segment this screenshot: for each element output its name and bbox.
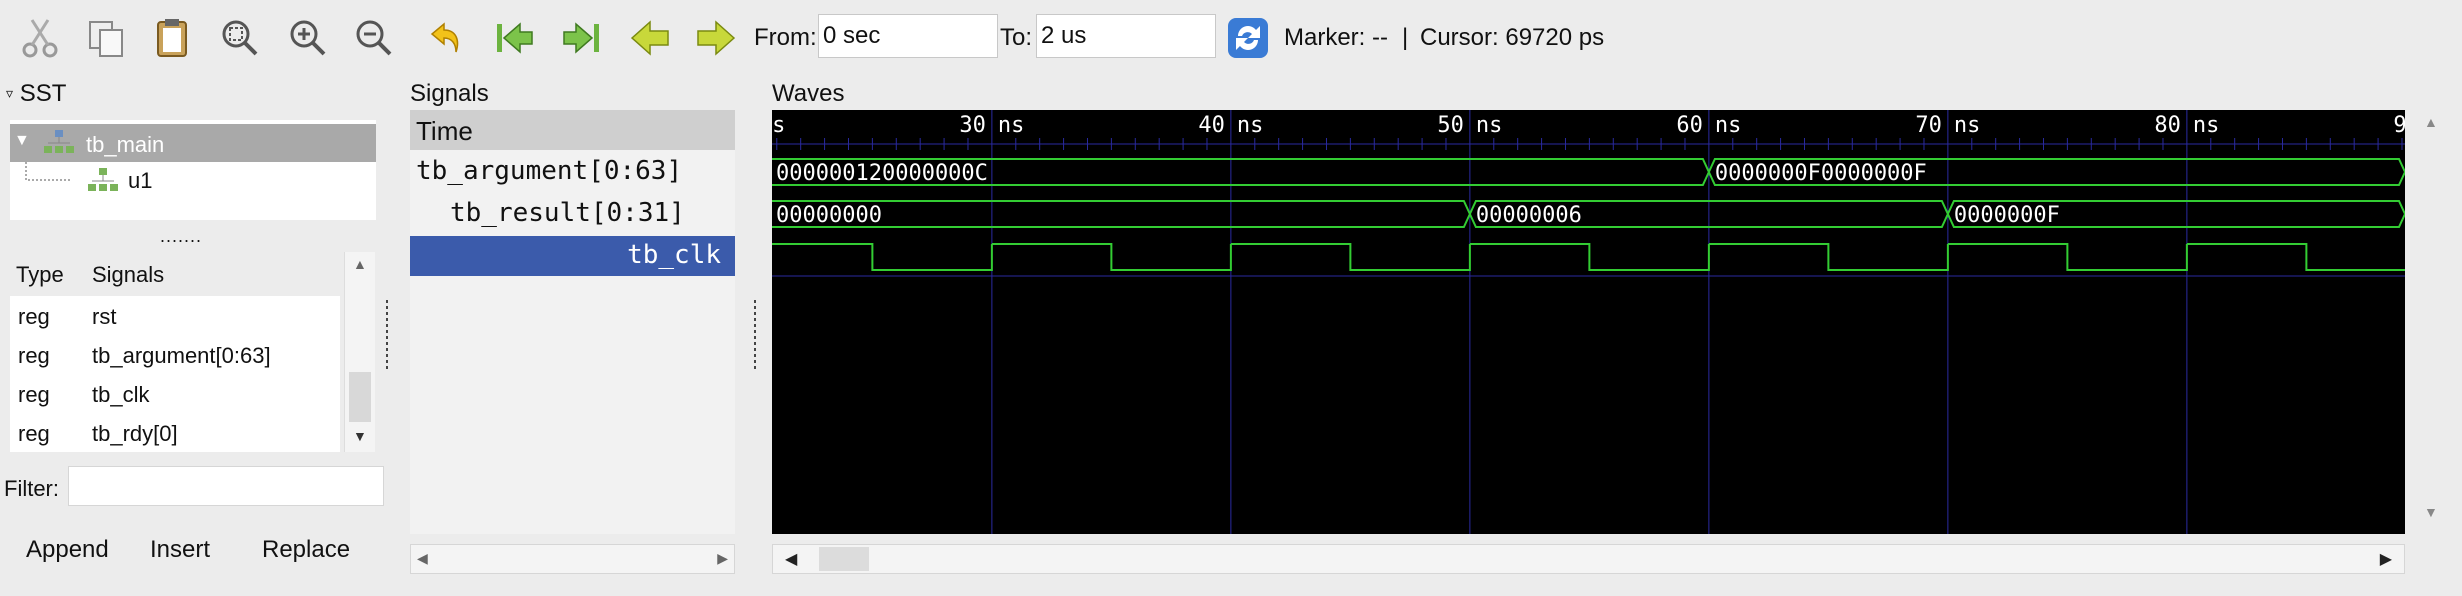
waves-vscrollbar[interactable]: ▲ ▼ (2414, 110, 2448, 534)
signal-list: reg rst reg tb_argument[0:63] reg tb_clk… (10, 296, 340, 452)
ruler-tick-label: ns (1954, 113, 1981, 138)
module-icon (44, 130, 74, 153)
list-item[interactable]: reg tb_rdy[0] (10, 413, 340, 452)
column-header-signals[interactable]: Signals (92, 262, 164, 288)
zoom-in-icon[interactable] (282, 12, 334, 64)
scrollbar-thumb[interactable] (819, 547, 869, 571)
ruler-tick-label: 70 (1915, 113, 1942, 138)
vertical-splitter-grip[interactable] (384, 300, 390, 370)
filter-input[interactable] (68, 466, 384, 506)
collapse-triangle-icon[interactable]: ▿ (6, 85, 13, 101)
bus-value-label: 00000000 (776, 203, 882, 228)
scroll-up-icon[interactable]: ▲ (2424, 114, 2438, 130)
signal-name: tb_clk (92, 382, 150, 407)
arrow-left-icon[interactable] (624, 12, 676, 64)
waveform-canvas[interactable]: ns 30 ns 40 ns 50 ns 60 ns 70 ns 80 ns 90 000000120000… (772, 110, 2405, 534)
ruler-tick-label: ns (1476, 113, 1503, 138)
waves-hscrollbar[interactable]: ◀ ▶ (772, 544, 2405, 574)
from-time-input[interactable] (818, 14, 998, 58)
bus-value-label: 00000006 (1476, 203, 1582, 228)
tree-item-label: u1 (128, 168, 153, 193)
toolbar: From: To: Marker: -- | Cursor: 69720 ps (0, 0, 2462, 78)
jump-first-icon[interactable] (488, 12, 540, 64)
replace-button[interactable]: Replace (262, 536, 350, 564)
signal-name: rst (92, 304, 117, 329)
from-label: From: (754, 24, 817, 51)
scroll-left-icon[interactable]: ◀ (785, 549, 797, 569)
filter-label: Filter: (4, 476, 59, 501)
module-icon (88, 168, 118, 191)
to-label: To: (1000, 24, 1033, 51)
sst-tree: ▼ tb_main u1 (10, 120, 376, 220)
ruler-tick-label: 80 (2154, 113, 2181, 138)
scroll-left-icon[interactable]: ◀ (417, 550, 428, 567)
list-item[interactable]: reg tb_argument[0:63] (10, 335, 340, 374)
scroll-right-icon[interactable]: ▶ (717, 550, 728, 567)
tree-item-u1[interactable]: u1 (10, 162, 376, 200)
scroll-down-icon[interactable]: ▼ (2424, 504, 2438, 520)
ruler-tick-label: 90 (2393, 113, 2405, 138)
arrow-right-icon[interactable] (690, 12, 742, 64)
ruler-tick-label: ns (772, 113, 785, 138)
clock-waveform (772, 243, 2405, 271)
bus-value-label: 0000000F0000000F (1715, 161, 1927, 186)
readout-separator: | (1402, 24, 1409, 51)
reload-icon[interactable] (1222, 12, 1274, 64)
tree-connector-icon (25, 162, 70, 181)
time-header: Time (410, 110, 735, 150)
signal-name: tb_rdy[0] (92, 421, 178, 446)
signal-name-row-selected[interactable]: tb_clk (410, 236, 735, 276)
pane-splitter-grip[interactable]: ....... (160, 226, 202, 247)
ruler-tick-label: ns (1715, 113, 1742, 138)
signal-type: reg (18, 343, 50, 368)
zoom-fit-icon[interactable] (214, 12, 266, 64)
signals-panel-title: Signals (410, 80, 489, 107)
signal-list-scrollbar[interactable]: ▲ ▼ (344, 252, 375, 452)
waves-panel-title: Waves (772, 80, 845, 107)
scroll-down-icon[interactable]: ▼ (353, 428, 367, 444)
ruler-tick-label: ns (1237, 113, 1264, 138)
sst-panel-title[interactable]: ▿ SST (6, 80, 66, 108)
signal-type: reg (18, 304, 50, 329)
undo-icon[interactable] (422, 12, 474, 64)
signal-type: reg (18, 382, 50, 407)
cut-icon[interactable] (14, 12, 66, 64)
append-button[interactable]: Append (26, 536, 109, 564)
ruler-tick-label: 40 (1198, 113, 1225, 138)
ruler-tick-label: 30 (959, 113, 986, 138)
ruler-tick-label: ns (998, 113, 1025, 138)
scroll-right-icon[interactable]: ▶ (2380, 549, 2392, 569)
vertical-splitter-grip[interactable] (752, 300, 758, 370)
ruler-tick-label: 60 (1676, 113, 1703, 138)
copy-icon[interactable] (80, 12, 132, 64)
signal-name: tb_argument[0:63] (92, 343, 271, 368)
signal-list-header: Type Signals (10, 258, 350, 296)
tree-item-label: tb_main (86, 132, 165, 157)
bus-value-label: 000000120000000C (776, 161, 988, 186)
ruler-tick-label: 50 (1437, 113, 1464, 138)
to-time-input[interactable] (1036, 14, 1216, 58)
tree-item-tb-main[interactable]: ▼ tb_main (10, 124, 376, 162)
jump-last-icon[interactable] (556, 12, 608, 64)
column-header-type[interactable]: Type (16, 262, 64, 288)
bus-value-label: 0000000F (1954, 203, 2060, 228)
list-item[interactable]: reg rst (10, 296, 340, 335)
sst-title-text: SST (19, 80, 67, 107)
cursor-readout: Cursor: 69720 ps (1420, 24, 1605, 51)
scroll-up-icon[interactable]: ▲ (353, 256, 367, 272)
marker-readout: Marker: -- (1284, 24, 1388, 51)
insert-button[interactable]: Insert (150, 536, 210, 564)
list-item[interactable]: reg tb_clk (10, 374, 340, 413)
scrollbar-thumb[interactable] (349, 372, 371, 422)
signals-panel: Time tb_argument[0:63] tb_result[0:31] t… (410, 110, 735, 534)
signals-hscrollbar[interactable]: ◀ ▶ (410, 544, 735, 574)
paste-icon[interactable] (146, 12, 198, 64)
signal-name-row[interactable]: tb_result[0:31] (410, 194, 735, 234)
ruler-tick-label: ns (2193, 113, 2220, 138)
signal-name-row[interactable]: tb_argument[0:63] (410, 152, 735, 192)
signal-type: reg (18, 421, 50, 446)
expand-triangle-icon[interactable]: ▼ (14, 132, 30, 150)
zoom-out-icon[interactable] (348, 12, 400, 64)
